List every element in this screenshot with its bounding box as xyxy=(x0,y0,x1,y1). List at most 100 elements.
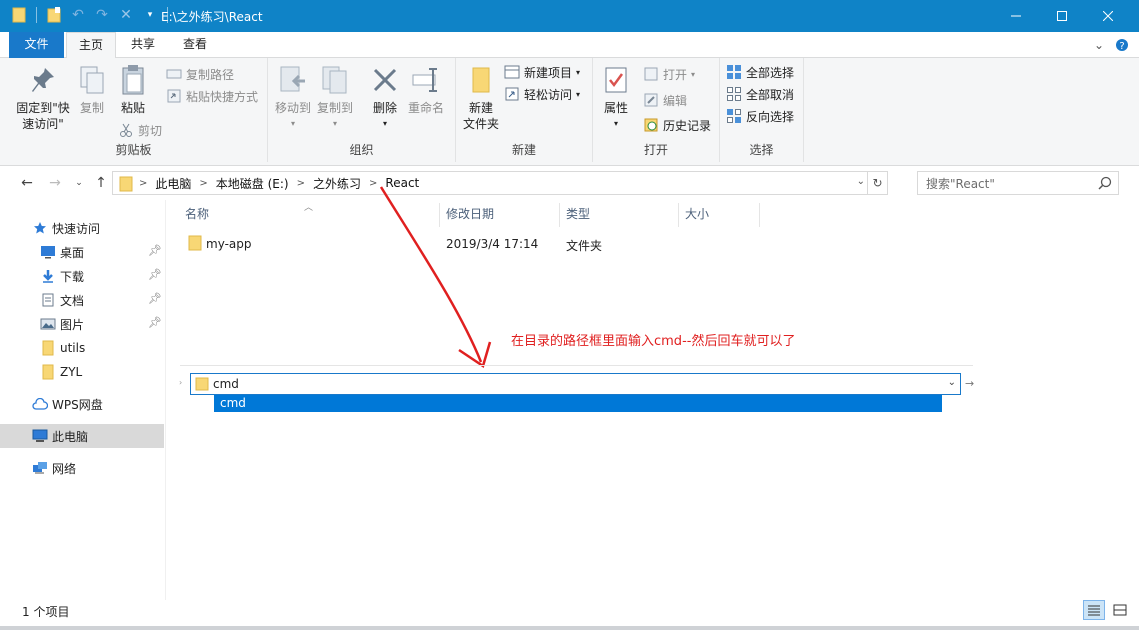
breadcrumb-separator[interactable]: > xyxy=(135,178,151,189)
sidebar-item-desktop[interactable]: 桌面 📌︎ xyxy=(0,240,164,264)
new-item-button[interactable]: 新建项目 ▾ xyxy=(504,62,580,82)
details-view-button[interactable] xyxy=(1083,600,1105,620)
refresh-button[interactable]: ↻ xyxy=(867,172,887,194)
file-type: 文件夹 xyxy=(566,239,603,253)
computer-icon xyxy=(32,428,48,444)
sidebar-item-documents[interactable]: 文档 📌︎ xyxy=(0,288,164,312)
large-icons-view-button[interactable] xyxy=(1109,600,1131,620)
delete-button[interactable]: 删除 ▾ xyxy=(368,64,402,132)
breadcrumb-this-pc[interactable]: 此电脑 xyxy=(151,175,195,192)
address-history-dropdown-icon[interactable]: ⌄ xyxy=(857,176,865,187)
organize-group-label: 组织 xyxy=(349,143,374,157)
paste-shortcut-button[interactable]: 粘贴快捷方式 xyxy=(166,86,258,106)
chevron-down-icon: ▾ xyxy=(576,89,581,99)
go-arrow-icon[interactable]: → xyxy=(965,377,974,390)
redo-icon[interactable]: ↷ xyxy=(93,6,111,24)
breadcrumb-current[interactable]: React xyxy=(381,176,423,190)
copy-path-label: 复制路径 xyxy=(186,67,235,82)
back-button[interactable]: ← xyxy=(18,175,36,191)
chevron-down-icon[interactable]: ⌄ xyxy=(1091,37,1107,53)
easy-access-button[interactable]: 轻松访问 ▾ xyxy=(504,84,580,104)
tab-share[interactable]: 共享 xyxy=(120,32,166,58)
search-icon[interactable] xyxy=(1098,176,1112,190)
autocomplete-suggestion[interactable]: cmd xyxy=(214,395,942,412)
download-icon xyxy=(40,268,56,284)
breadcrumb-separator[interactable]: > xyxy=(293,178,309,189)
sidebar-item-pictures[interactable]: 图片 📌︎ xyxy=(0,312,164,336)
chevron-right-icon: › xyxy=(179,378,183,387)
column-header-name[interactable]: 名称 xyxy=(179,203,439,229)
invert-selection-button[interactable]: 反向选择 xyxy=(726,106,794,126)
up-button[interactable]: ↑ xyxy=(92,175,110,191)
tab-view[interactable]: 查看 xyxy=(172,32,218,58)
close-button[interactable] xyxy=(1085,0,1131,32)
sidebar-item-utils[interactable]: utils xyxy=(0,336,164,360)
breadcrumb-separator[interactable]: > xyxy=(365,178,381,189)
delete-icon[interactable]: ✕ xyxy=(117,6,135,24)
sidebar-item-label: ZYL xyxy=(60,365,83,379)
recent-locations-button[interactable]: ⌄ xyxy=(70,175,88,191)
rename-button[interactable]: 重命名 xyxy=(406,64,446,116)
chevron-down-icon: ▾ xyxy=(576,67,581,77)
move-to-button[interactable]: 移动到 ▾ xyxy=(274,64,312,132)
minimize-button[interactable] xyxy=(993,0,1039,32)
help-icon[interactable]: ? xyxy=(1114,37,1130,53)
sidebar-item-this-pc[interactable]: 此电脑 xyxy=(0,424,164,448)
pin-quick-access-button[interactable]: 固定到"快 速访问" xyxy=(12,64,74,132)
pin-icon[interactable]: 📌︎ xyxy=(148,292,162,306)
select-all-button[interactable]: 全部选择 xyxy=(726,62,794,82)
breadcrumb-folder[interactable]: 之外练习 xyxy=(309,175,365,192)
address-edit-input[interactable]: cmd ⌄ xyxy=(190,373,961,395)
copy-button[interactable]: 复制 xyxy=(76,64,108,116)
move-to-dropdown-icon: ▾ xyxy=(290,119,295,128)
cut-button[interactable]: 剪切 xyxy=(118,120,162,140)
properties-dropdown-icon: ▾ xyxy=(613,119,618,128)
new-folder-button[interactable]: 新建 文件夹 xyxy=(460,64,502,132)
scissors-icon xyxy=(118,122,134,138)
breadcrumb-local-disk[interactable]: 本地磁盘 (E:) xyxy=(212,175,293,192)
copy-path-button[interactable]: 复制路径 xyxy=(166,64,234,84)
sidebar-item-network[interactable]: 网络 xyxy=(0,456,164,480)
edit-button[interactable]: 编辑 xyxy=(643,90,687,110)
column-header-size[interactable]: 大小 xyxy=(679,203,759,229)
sidebar-item-quick-access[interactable]: 快速访问 xyxy=(0,216,164,240)
select-all-label: 全部选择 xyxy=(746,65,795,80)
search-placeholder: 搜索"React" xyxy=(926,176,995,191)
column-header-modified[interactable]: 修改日期 xyxy=(440,203,560,229)
sidebar-item-downloads[interactable]: 下载 📌︎ xyxy=(0,264,164,288)
sidebar-item-wps-drive[interactable]: WPS网盘 xyxy=(0,392,164,416)
search-box[interactable]: 搜索"React" xyxy=(917,171,1119,195)
quick-access-toolbar: ↶ ↷ ✕ ▾ xyxy=(10,6,170,24)
open-button[interactable]: 打开 ▾ xyxy=(643,64,695,84)
copy-to-icon xyxy=(319,64,351,96)
sidebar-item-zyl[interactable]: ZYL xyxy=(0,360,164,384)
column-header-type[interactable]: 类型 xyxy=(560,203,678,229)
forward-button[interactable]: → xyxy=(46,175,64,191)
select-none-button[interactable]: 全部取消 xyxy=(726,84,794,104)
tab-file[interactable]: 文件 xyxy=(9,32,64,58)
paste-label: 粘贴 xyxy=(120,101,145,115)
tab-home[interactable]: 主页 xyxy=(66,32,116,59)
history-button[interactable]: 历史记录 xyxy=(643,115,711,135)
copy-label: 复制 xyxy=(79,101,104,115)
pin-icon[interactable]: 📌︎ xyxy=(148,316,162,330)
undo-icon[interactable]: ↶ xyxy=(69,6,87,24)
customize-qat-icon[interactable]: ▾ xyxy=(141,6,159,24)
properties-button[interactable]: 属性 ▾ xyxy=(599,64,633,132)
copy-to-button[interactable]: 复制到 ▾ xyxy=(316,64,354,132)
address-bar[interactable]: > 此电脑 > 本地磁盘 (E:) > 之外练习 > React ⌄ ↻ xyxy=(112,171,888,195)
table-row[interactable]: my-app 2019/3/4 17:14 文件夹 xyxy=(184,234,684,256)
move-to-label: 移动到 xyxy=(274,101,311,115)
paste-shortcut-label: 粘贴快捷方式 xyxy=(186,89,259,104)
pin-icon[interactable]: 📌︎ xyxy=(148,244,162,258)
paste-button[interactable]: 粘贴 xyxy=(116,64,150,116)
properties-icon[interactable] xyxy=(45,6,63,24)
column-divider[interactable] xyxy=(759,203,760,227)
maximize-button[interactable] xyxy=(1039,0,1085,32)
properties-label: 属性 xyxy=(603,101,628,115)
chevron-down-icon[interactable]: ⌄ xyxy=(948,377,956,388)
pin-icon[interactable]: 📌︎ xyxy=(148,268,162,282)
breadcrumb-separator[interactable]: > xyxy=(195,178,211,189)
select-group: 全部选择 全部取消 反向选择 选择 xyxy=(720,58,804,162)
clipboard-group-label: 剪贴板 xyxy=(115,143,152,157)
